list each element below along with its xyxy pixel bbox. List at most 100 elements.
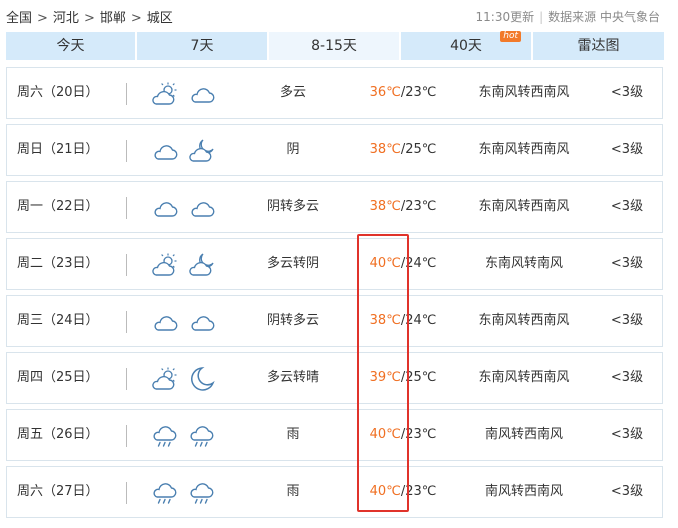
temperature: 40℃/24℃ [362,239,444,289]
rain-icon [188,423,216,449]
forecast-row: 周六（20日） 多云 36℃/23℃ 东南风转西南风 <3级 [6,67,663,119]
low-temp: /23℃ [400,85,437,100]
weather-desc: 多云转晴 [266,370,319,385]
high-temp: 38℃ [369,142,401,157]
wind-level: <3级 [610,142,644,157]
row-divider [126,368,127,390]
breadcrumb-city[interactable]: 邯郸 [100,11,126,26]
low-temp: /23℃ [400,199,437,214]
update-meta: 11:30更新 | 数据来源 中央气象台 [476,8,660,25]
cloud-moon-icon [188,138,216,164]
row-divider [126,482,127,504]
cloud-icon [151,138,179,164]
high-temp: 38℃ [369,199,401,214]
wind-direction: 东南风转西南风 [478,370,570,385]
temperature: 40℃/23℃ [362,467,444,517]
tab-label: 今天 [56,38,85,54]
forecast-tabs: 今天 7天 8-15天 40天 hot 雷达图 [6,31,664,60]
day-label: 周二（23日） [17,256,99,271]
day-label: 周三（24日） [17,313,99,328]
breadcrumb-separator: > [130,11,142,26]
top-bar: 全国 > 河北 > 邯郸 > 城区 11:30更新 | 数据来源 中央气象台 [0,0,678,30]
weather-icons [151,309,229,335]
temperature: 36℃/23℃ [362,68,444,118]
high-temp: 39℃ [369,370,401,385]
low-temp: /23℃ [400,484,437,499]
tab-8-15-days[interactable]: 8-15天 [269,32,401,60]
low-temp: /25℃ [400,370,437,385]
cloud-icon [151,195,179,221]
wind-level: <3级 [610,85,644,100]
forecast-row: 周二（23日） 多云转阴 40℃/24℃ 东南风转南风 <3级 [6,238,663,290]
weather-desc: 阴转多云 [266,199,319,214]
sun-cloud-icon [151,81,179,107]
weather-icons [151,480,229,506]
wind-level: <3级 [610,199,644,214]
tab-label: 雷达图 [577,38,620,54]
wind-level: <3级 [610,484,644,499]
breadcrumb-national[interactable]: 全国 [6,11,32,26]
high-temp: 38℃ [369,313,401,328]
forecast-row: 周一（22日） 阴转多云 38℃/23℃ 东南风转西南风 <3级 [6,181,663,233]
day-label: 周一（22日） [17,199,99,214]
temperature: 38℃/23℃ [362,182,444,232]
high-temp: 40℃ [369,427,401,442]
weather-desc: 阴 [286,142,300,157]
breadcrumb: 全国 > 河北 > 邯郸 > 城区 [6,7,173,26]
cloud-icon [188,309,216,335]
weather-desc: 多云 [279,85,306,100]
weather-desc: 多云转阴 [266,256,319,271]
wind-level: <3级 [610,370,644,385]
tab-label: 40天 [450,38,482,54]
moon-icon [188,366,216,392]
high-temp: 40℃ [369,484,401,499]
wind-direction: 东南风转西南风 [478,85,570,100]
tab-radar[interactable]: 雷达图 [533,32,664,60]
forecast-row: 周六（27日） 雨 40℃/23℃ 南风转西南风 <3级 [6,466,663,518]
day-label: 周五（26日） [17,427,99,442]
forecast-row: 周日（21日） 阴 38℃/25℃ 东南风转西南风 <3级 [6,124,663,176]
row-divider [126,311,127,333]
wind-direction: 东南风转南风 [484,256,563,271]
tab-today[interactable]: 今天 [6,32,137,60]
high-temp: 36℃ [369,85,401,100]
breadcrumb-separator: > [83,11,95,26]
tab-label: 7天 [190,38,214,54]
breadcrumb-province[interactable]: 河北 [53,11,79,26]
row-divider [126,197,127,219]
cloud-icon [151,309,179,335]
low-temp: /25℃ [400,142,437,157]
temperature: 38℃/24℃ [362,296,444,346]
forecast-row: 周三（24日） 阴转多云 38℃/24℃ 东南风转西南风 <3级 [6,295,663,347]
day-label: 周六（27日） [17,484,99,499]
sun-cloud-icon [151,366,179,392]
wind-level: <3级 [610,427,644,442]
day-label: 周四（25日） [17,370,99,385]
weather-desc: 阴转多云 [266,313,319,328]
rain-icon [151,423,179,449]
wind-direction: 东南风转西南风 [478,142,570,157]
wind-level: <3级 [610,256,644,271]
cloud-icon [188,81,216,107]
wind-direction: 南风转西南风 [484,484,563,499]
weather-icons [151,252,229,278]
low-temp: /24℃ [400,313,437,328]
breadcrumb-district: 城区 [146,11,173,26]
row-divider [126,425,127,447]
sun-cloud-icon [151,252,179,278]
tab-40-days[interactable]: 40天 hot [401,31,533,60]
temperature: 40℃/23℃ [362,410,444,460]
tab-label: 8-15天 [311,38,357,54]
row-divider [126,83,127,105]
wind-level: <3级 [610,313,644,328]
day-label: 周六（20日） [17,85,99,100]
tab-7-days[interactable]: 7天 [137,32,269,60]
day-label: 周日（21日） [17,142,99,157]
hot-badge: hot [500,31,521,42]
weather-desc: 雨 [286,484,300,499]
weather-icons [151,366,229,392]
temperature: 38℃/25℃ [362,125,444,175]
breadcrumb-separator: > [37,11,48,26]
temperature: 39℃/25℃ [362,353,444,403]
low-temp: /23℃ [400,427,437,442]
